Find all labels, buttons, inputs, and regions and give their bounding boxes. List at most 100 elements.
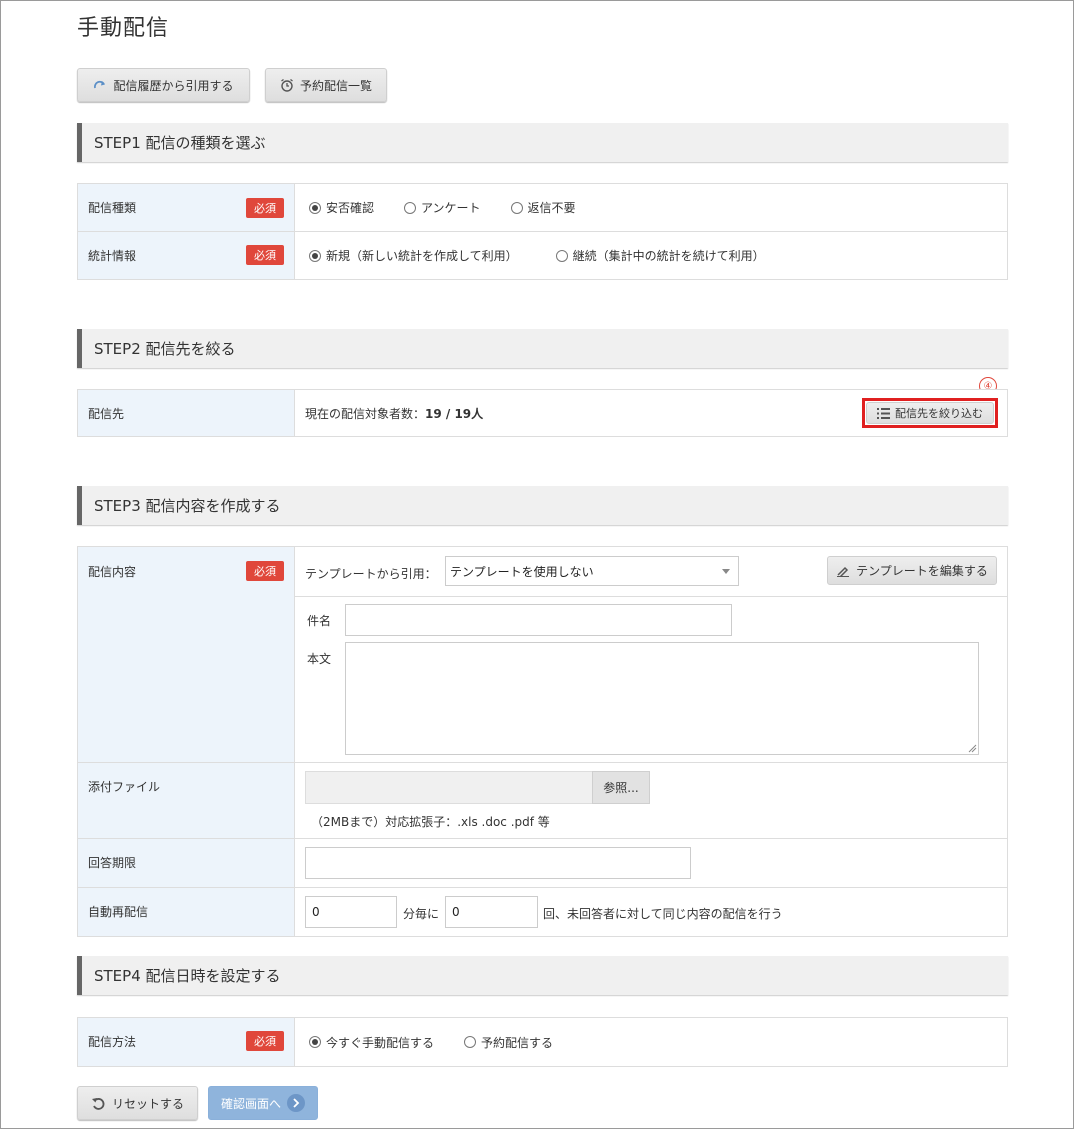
content-label-cell: 配信内容 必須 (78, 547, 295, 762)
radio-selected-icon (309, 201, 321, 214)
resend-suffix: 回、未回答者に対して同じ内容の配信を行う (543, 907, 783, 921)
body-label: 本文 (307, 652, 332, 666)
confirm-label: 確認画面へ (220, 1096, 281, 1111)
chevron-down-icon (722, 569, 730, 574)
resize-handle-icon[interactable] (968, 744, 977, 753)
resend-value-cell: 0 分毎に 0 回、未回答者に対して同じ内容の配信を行う (295, 888, 1007, 936)
template-bar: テンプレートから引用： テンプレートを使用しない テンプレートを編集する (295, 547, 1007, 597)
resend-interval-suffix: 分毎に (403, 907, 440, 921)
edit-template-label: テンプレートを編集する (856, 564, 988, 578)
radio-selected-icon (309, 1036, 321, 1048)
deadline-input[interactable] (305, 847, 691, 879)
radio-label: 予約配信する (481, 1035, 554, 1050)
resend-label-cell: 自動再配信 (78, 888, 295, 936)
attachment-label-cell: 添付ファイル (78, 763, 295, 838)
method-label-cell: 配信方法 必須 (78, 1018, 295, 1066)
required-badge: 必須 (246, 198, 284, 218)
resend-count-input[interactable]: 0 (445, 896, 538, 928)
radio-send-now[interactable]: 今すぐ手動配信する (309, 1034, 434, 1051)
pencil-icon (836, 565, 850, 577)
radio-label: 新規（新しい統計を作成して利用） (326, 249, 518, 263)
step1-header: STEP1 配信の種類を選ぶ (77, 123, 1008, 162)
required-badge: 必須 (246, 1031, 284, 1051)
radio-selected-icon (309, 249, 321, 262)
radio-label: 継続（集計中の統計を続けて利用） (572, 249, 765, 263)
radio-icon (510, 201, 523, 214)
edit-template-button[interactable]: テンプレートを編集する (827, 556, 997, 585)
method-row: 配信方法 必須 今すぐ手動配信する 予約配信する (78, 1018, 1007, 1066)
required-badge: 必須 (246, 561, 284, 581)
step3-header: STEP3 配信内容を作成する (77, 486, 1008, 525)
step4-header: STEP4 配信日時を設定する (77, 956, 1008, 995)
radio-stats-continue[interactable]: 継続（集計中の統計を続けて利用） (555, 247, 765, 264)
subject-input[interactable] (345, 604, 732, 636)
confirm-button[interactable]: 確認画面へ (208, 1086, 318, 1120)
recipient-count-prefix: 現在の配信対象者数： (305, 406, 426, 421)
radio-safety-check[interactable]: 安否確認 (309, 199, 374, 216)
subject-label: 件名 (307, 614, 332, 628)
template-prefix: テンプレートから引用： (305, 567, 437, 581)
resend-label: 自動再配信 (88, 905, 149, 919)
stats-label: 統計情報 (88, 249, 137, 263)
radio-no-reply[interactable]: 返信不要 (510, 199, 576, 216)
template-select-value: テンプレートを使用しない (450, 564, 594, 579)
recipients-row: 配信先 現在の配信対象者数： 19 / 19人 配信先を絞り込む (78, 390, 1007, 436)
content-value-cell: テンプレートから引用： テンプレートを使用しない テンプレートを編集する 件名 … (295, 547, 1007, 762)
chevron-right-icon (287, 1094, 305, 1112)
method-options: 今すぐ手動配信する 予約配信する (295, 1018, 1007, 1066)
content-label: 配信内容 (88, 565, 137, 579)
filter-highlight-box: 配信先を絞り込む (862, 398, 998, 428)
stats-row: 統計情報 必須 新規（新しい統計を作成して利用） 継続（集計中の統計を続けて利用… (78, 232, 1007, 279)
redo-arrow-icon (93, 79, 107, 91)
step4-table: 配信方法 必須 今すぐ手動配信する 予約配信する (77, 1017, 1008, 1067)
step2-title: STEP2 配信先を絞る (94, 340, 236, 358)
attachment-note: （2MBまで）対応拡張子：.xls .doc .pdf 等 (311, 815, 550, 829)
deadline-value-cell (295, 839, 1007, 887)
stats-label-cell: 統計情報 必須 (78, 232, 295, 279)
reset-button[interactable]: リセットする (77, 1086, 198, 1120)
radio-schedule[interactable]: 予約配信する (464, 1034, 553, 1051)
quote-history-label: 配信履歴から引用する (113, 78, 234, 93)
radio-label: アンケート (421, 201, 481, 215)
delivery-type-options: 安否確認 アンケート 返信不要 (295, 184, 1007, 231)
deadline-row: 回答期限 (78, 839, 1007, 888)
filter-recipients-button[interactable]: 配信先を絞り込む (866, 402, 994, 424)
content-row: 配信内容 必須 テンプレートから引用： テンプレートを使用しない テンプレートを… (78, 547, 1007, 763)
file-path-field[interactable] (305, 771, 593, 804)
step4-title: STEP4 配信日時を設定する (94, 967, 281, 985)
stats-options: 新規（新しい統計を作成して利用） 継続（集計中の統計を続けて利用） (295, 232, 1007, 279)
step1-title: STEP1 配信の種類を選ぶ (94, 134, 266, 152)
radio-survey[interactable]: アンケート (404, 199, 481, 216)
recipients-label: 配信先 (88, 407, 125, 421)
radio-stats-new[interactable]: 新規（新しい統計を作成して利用） (309, 247, 518, 264)
radio-icon (555, 249, 568, 262)
delivery-type-label-cell: 配信種類 必須 (78, 184, 295, 231)
required-badge: 必須 (246, 245, 284, 265)
step1-table: 配信種類 必須 安否確認 アンケート 返信不要 統計情報 必須 新規（新しい統計… (77, 183, 1008, 280)
step3-title: STEP3 配信内容を作成する (94, 497, 281, 515)
browse-button[interactable]: 参照... (592, 771, 650, 804)
deadline-label: 回答期限 (88, 856, 137, 870)
reset-label: リセットする (111, 1096, 184, 1111)
page-title: 手動配信 (77, 16, 170, 41)
deadline-label-cell: 回答期限 (78, 839, 295, 887)
body-textarea[interactable] (345, 642, 979, 755)
delivery-type-row: 配信種類 必須 安否確認 アンケート 返信不要 (78, 184, 1007, 232)
attachment-label: 添付ファイル (88, 780, 161, 794)
template-select[interactable]: テンプレートを使用しない (445, 556, 739, 586)
list-icon (877, 407, 890, 419)
radio-icon (404, 201, 417, 214)
undo-icon (91, 1096, 106, 1111)
scheduled-list-button[interactable]: 予約配信一覧 (265, 68, 387, 102)
step2-header: STEP2 配信先を絞る (77, 329, 1008, 368)
radio-label: 今すぐ手動配信する (326, 1035, 435, 1050)
filter-recipients-label: 配信先を絞り込む (895, 407, 983, 420)
radio-label: 返信不要 (527, 201, 576, 215)
recipients-value-cell: 現在の配信対象者数： 19 / 19人 配信先を絞り込む (295, 390, 1007, 436)
alarm-clock-icon (280, 78, 294, 92)
quote-history-button[interactable]: 配信履歴から引用する (77, 68, 250, 102)
resend-interval-input[interactable]: 0 (305, 896, 397, 928)
attachment-row: 添付ファイル 参照... （2MBまで）対応拡張子：.xls .doc .pdf… (78, 763, 1007, 839)
method-label: 配信方法 (88, 1035, 137, 1049)
delivery-type-label: 配信種類 (88, 201, 137, 215)
